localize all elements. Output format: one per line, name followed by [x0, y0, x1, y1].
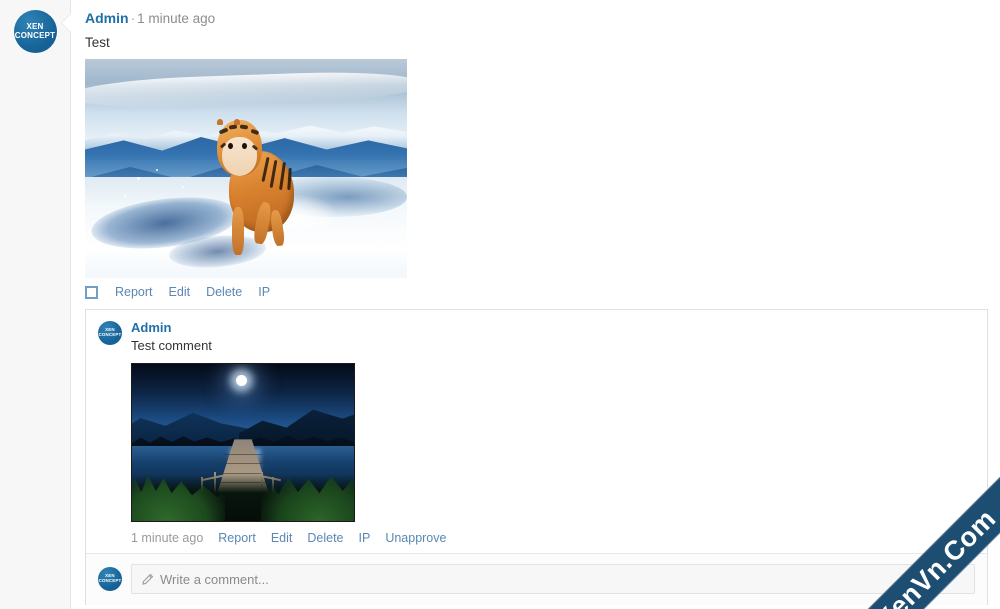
comment-input[interactable]: Write a comment...: [131, 564, 975, 594]
tiger-snow-fleck: [181, 186, 184, 189]
speech-bubble-arrow: [62, 14, 71, 32]
post-select-checkbox[interactable]: [85, 285, 98, 299]
page-root: XEN CONCEPT Admin · 1 minute ago Test Re…: [0, 0, 1000, 609]
tiger-snow-fleck: [123, 194, 126, 197]
post-container: XEN CONCEPT Admin · 1 minute ago Test Re…: [0, 0, 1000, 609]
comment-item: XEN CONCEPT Admin Test comment 1 minute …: [86, 310, 987, 553]
comment-form-avatar-wrapper: XEN CONCEPT: [98, 567, 122, 591]
comment-actions: 1 minute ago Report Edit Delete IP Unapp…: [131, 522, 975, 553]
avatar[interactable]: XEN CONCEPT: [98, 321, 122, 345]
tiger-snow-fleck: [136, 177, 140, 181]
post-main: Admin · 1 minute ago Test Report Edit De…: [62, 0, 1000, 609]
comment-ip-link[interactable]: IP: [359, 531, 371, 545]
tiger-figure: [217, 119, 301, 260]
post-header: Admin · 1 minute ago: [85, 9, 988, 28]
lake-pier-plank: [219, 463, 267, 465]
tiger-ear-left: [217, 119, 224, 126]
post-actions: Report Edit Delete IP: [85, 278, 988, 307]
comment-input-placeholder: Write a comment...: [160, 571, 269, 587]
delete-link[interactable]: Delete: [206, 285, 242, 299]
tiger-stripe: [228, 123, 238, 129]
post-avatar-column: XEN CONCEPT: [0, 0, 71, 609]
comment-message: Test comment: [131, 338, 212, 353]
comment-attachment-image[interactable]: [131, 363, 355, 522]
avatar[interactable]: XEN CONCEPT: [98, 567, 122, 591]
post-attachment-image[interactable]: [85, 59, 407, 278]
avatar-line-2: CONCEPT: [14, 30, 56, 40]
post-timestamp[interactable]: 1 minute ago: [137, 11, 215, 26]
comment-timestamp[interactable]: 1 minute ago: [131, 531, 203, 545]
comment-unapprove-link[interactable]: Unapprove: [385, 531, 446, 545]
comment-edit-link[interactable]: Edit: [271, 531, 293, 545]
avatar-line-2: CONCEPT: [98, 578, 122, 583]
avatar-line-2: CONCEPT: [98, 332, 122, 337]
pencil-icon: [141, 573, 154, 586]
comment-report-link[interactable]: Report: [218, 531, 256, 545]
comments-block: XEN CONCEPT Admin Test comment 1 minute …: [85, 309, 988, 605]
lake-pier-plank: [224, 454, 262, 456]
ip-link[interactable]: IP: [258, 285, 270, 299]
avatar[interactable]: XEN CONCEPT: [13, 10, 57, 53]
comment-form: XEN CONCEPT Write a comment...: [86, 553, 987, 605]
comment-attachment-wrapper: [131, 363, 975, 522]
edit-link[interactable]: Edit: [169, 285, 191, 299]
comment-delete-link[interactable]: Delete: [307, 531, 343, 545]
post-author-link[interactable]: Admin: [85, 10, 129, 26]
tiger-eye-left: [227, 142, 233, 150]
post-message: Test: [85, 35, 110, 50]
report-link[interactable]: Report: [115, 285, 153, 299]
comment-avatar-wrapper: XEN CONCEPT: [98, 321, 122, 345]
comment-author-link[interactable]: Admin: [131, 320, 171, 336]
tiger-leg-front-left: [232, 207, 244, 255]
tiger-snow-fleck: [155, 168, 158, 171]
comment-content: Admin Test comment 1 minute ago Report E…: [131, 320, 975, 553]
post-header-separator: ·: [130, 11, 136, 26]
